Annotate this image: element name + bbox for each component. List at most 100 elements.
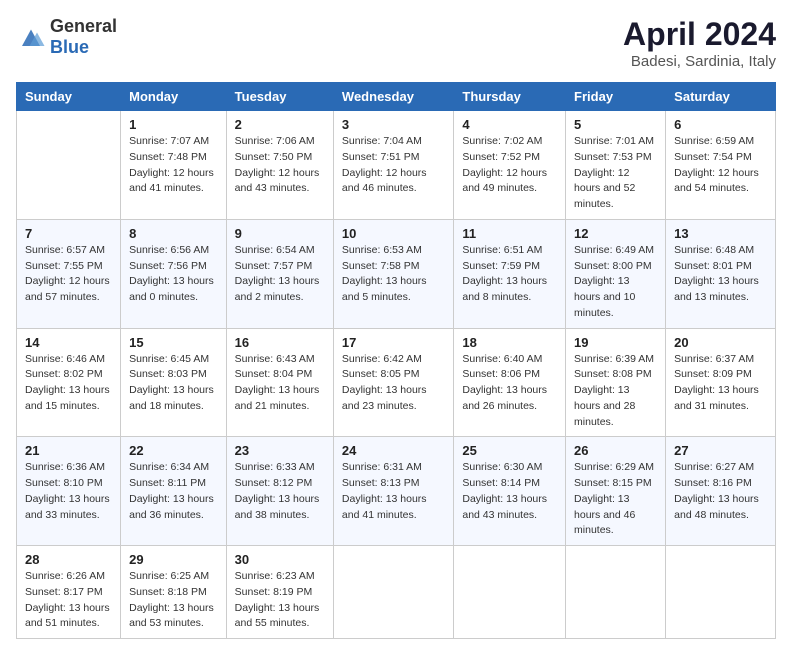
calendar-cell: 24Sunrise: 6:31 AMSunset: 8:13 PMDayligh… [333,437,453,546]
day-number: 3 [342,117,445,132]
calendar-cell: 28Sunrise: 6:26 AMSunset: 8:17 PMDayligh… [17,546,121,639]
day-number: 6 [674,117,767,132]
calendar-header-row: SundayMondayTuesdayWednesdayThursdayFrid… [17,83,776,111]
calendar-cell: 8 Sunrise: 6:56 AMSunset: 7:56 PMDaylight… [121,219,227,328]
day-number: 15 [129,335,218,350]
day-number: 26 [574,443,657,458]
cell-info: Sunrise: 7:02 AMSunset: 7:52 PMDaylight:… [462,134,557,197]
calendar-cell: 25 Sunrise: 6:30 AMSunset: 8:14 PMDayligh… [454,437,566,546]
column-header-saturday: Saturday [666,83,776,111]
calendar-cell: 30 Sunrise: 6:23 AMSunset: 8:19 PMDayligh… [226,546,333,639]
cell-info: Sunrise: 6:36 AMSunset: 8:10 PMDaylight:… [25,460,112,523]
cell-info: Sunrise: 6:39 AMSunset: 8:08 PMDaylight:… [574,352,657,431]
calendar-cell: 29 Sunrise: 6:25 AMSunset: 8:18 PMDayligh… [121,546,227,639]
day-number: 27 [674,443,767,458]
logo-icon [16,25,46,49]
cell-info: Sunrise: 6:33 AMSunset: 8:12 PMDaylight:… [235,460,325,523]
cell-info: Sunrise: 6:29 AMSunset: 8:15 PMDaylight:… [574,460,657,539]
cell-info: Sunrise: 6:40 AMSunset: 8:06 PMDaylight:… [462,352,557,415]
calendar-cell: 1Sunrise: 7:07 AMSunset: 7:48 PMDaylight… [121,111,227,220]
cell-info: Sunrise: 6:25 AMSunset: 8:18 PMDaylight:… [129,569,218,632]
day-number: 18 [462,335,557,350]
day-number: 4 [462,117,557,132]
day-number: 8 [129,226,218,241]
cell-info: Sunrise: 6:27 AMSunset: 8:16 PMDaylight:… [674,460,767,523]
calendar-cell: 7 Sunrise: 6:57 AMSunset: 7:55 PMDaylight… [17,219,121,328]
cell-info: Sunrise: 6:43 AMSunset: 8:04 PMDaylight:… [235,352,325,415]
day-number: 1 [129,117,218,132]
cell-info: Sunrise: 6:46 AMSunset: 8:02 PMDaylight:… [25,352,112,415]
cell-info: Sunrise: 6:31 AMSunset: 8:13 PMDaylight:… [342,460,445,523]
calendar-week-row: 1Sunrise: 7:07 AMSunset: 7:48 PMDaylight… [17,111,776,220]
cell-info: Sunrise: 6:54 AMSunset: 7:57 PMDaylight:… [235,243,325,306]
day-number: 5 [574,117,657,132]
day-number: 25 [462,443,557,458]
day-number: 11 [462,226,557,241]
calendar-cell: 16 Sunrise: 6:43 AMSunset: 8:04 PMDayligh… [226,328,333,437]
column-header-wednesday: Wednesday [333,83,453,111]
day-number: 20 [674,335,767,350]
cell-info: Sunrise: 6:51 AMSunset: 7:59 PMDaylight:… [462,243,557,306]
page-subtitle: Badesi, Sardinia, Italy [623,53,776,70]
calendar-cell: 3 Sunrise: 7:04 AMSunset: 7:51 PMDaylight… [333,111,453,220]
day-number: 7 [25,226,112,241]
column-header-tuesday: Tuesday [226,83,333,111]
calendar-cell [666,546,776,639]
day-number: 13 [674,226,767,241]
day-number: 12 [574,226,657,241]
cell-info: Sunrise: 7:01 AMSunset: 7:53 PMDaylight:… [574,134,657,213]
cell-info: Sunrise: 6:57 AMSunset: 7:55 PMDaylight:… [25,243,112,306]
day-number: 17 [342,335,445,350]
day-number: 30 [235,552,325,567]
column-header-friday: Friday [566,83,666,111]
calendar-cell: 4 Sunrise: 7:02 AMSunset: 7:52 PMDaylight… [454,111,566,220]
calendar-cell: 21 Sunrise: 6:36 AMSunset: 8:10 PMDayligh… [17,437,121,546]
calendar-week-row: 14 Sunrise: 6:46 AMSunset: 8:02 PMDayligh… [17,328,776,437]
cell-info: Sunrise: 6:53 AMSunset: 7:58 PMDaylight:… [342,243,445,306]
calendar-cell: 6Sunrise: 6:59 AMSunset: 7:54 PMDaylight… [666,111,776,220]
header: General Blue April 2024 Badesi, Sardinia… [16,16,776,70]
cell-info: Sunrise: 7:04 AMSunset: 7:51 PMDaylight:… [342,134,445,197]
day-number: 19 [574,335,657,350]
column-header-thursday: Thursday [454,83,566,111]
calendar-cell: 11 Sunrise: 6:51 AMSunset: 7:59 PMDayligh… [454,219,566,328]
calendar-week-row: 7 Sunrise: 6:57 AMSunset: 7:55 PMDaylight… [17,219,776,328]
cell-info: Sunrise: 6:45 AMSunset: 8:03 PMDaylight:… [129,352,218,415]
calendar-cell: 22 Sunrise: 6:34 AMSunset: 8:11 PMDayligh… [121,437,227,546]
calendar-cell: 20 Sunrise: 6:37 AMSunset: 8:09 PMDayligh… [666,328,776,437]
calendar-cell: 13 Sunrise: 6:48 AMSunset: 8:01 PMDayligh… [666,219,776,328]
cell-info: Sunrise: 6:48 AMSunset: 8:01 PMDaylight:… [674,243,767,306]
day-number: 28 [25,552,112,567]
calendar-cell: 19 Sunrise: 6:39 AMSunset: 8:08 PMDayligh… [566,328,666,437]
cell-info: Sunrise: 7:06 AMSunset: 7:50 PMDaylight:… [235,134,325,197]
calendar-cell: 17 Sunrise: 6:42 AMSunset: 8:05 PMDayligh… [333,328,453,437]
day-number: 2 [235,117,325,132]
day-number: 21 [25,443,112,458]
calendar-table: SundayMondayTuesdayWednesdayThursdayFrid… [16,82,776,639]
calendar-cell: 9Sunrise: 6:54 AMSunset: 7:57 PMDaylight… [226,219,333,328]
day-number: 22 [129,443,218,458]
calendar-cell [454,546,566,639]
calendar-cell: 26 Sunrise: 6:29 AMSunset: 8:15 PMDayligh… [566,437,666,546]
calendar-cell: 23Sunrise: 6:33 AMSunset: 8:12 PMDayligh… [226,437,333,546]
cell-info: Sunrise: 6:23 AMSunset: 8:19 PMDaylight:… [235,569,325,632]
day-number: 14 [25,335,112,350]
calendar-cell: 18 Sunrise: 6:40 AMSunset: 8:06 PMDayligh… [454,328,566,437]
calendar-week-row: 28Sunrise: 6:26 AMSunset: 8:17 PMDayligh… [17,546,776,639]
cell-info: Sunrise: 6:56 AMSunset: 7:56 PMDaylight:… [129,243,218,306]
day-number: 16 [235,335,325,350]
calendar-cell: 12Sunrise: 6:49 AMSunset: 8:00 PMDayligh… [566,219,666,328]
cell-info: Sunrise: 6:30 AMSunset: 8:14 PMDaylight:… [462,460,557,523]
page-title: April 2024 [623,16,776,53]
logo: General Blue [16,16,117,58]
calendar-week-row: 21 Sunrise: 6:36 AMSunset: 8:10 PMDayligh… [17,437,776,546]
column-header-monday: Monday [121,83,227,111]
cell-info: Sunrise: 6:37 AMSunset: 8:09 PMDaylight:… [674,352,767,415]
day-number: 29 [129,552,218,567]
logo-blue-text: Blue [50,37,89,57]
cell-info: Sunrise: 6:42 AMSunset: 8:05 PMDaylight:… [342,352,445,415]
calendar-cell [333,546,453,639]
cell-info: Sunrise: 6:34 AMSunset: 8:11 PMDaylight:… [129,460,218,523]
calendar-cell: 2 Sunrise: 7:06 AMSunset: 7:50 PMDaylight… [226,111,333,220]
calendar-cell: 10Sunrise: 6:53 AMSunset: 7:58 PMDayligh… [333,219,453,328]
